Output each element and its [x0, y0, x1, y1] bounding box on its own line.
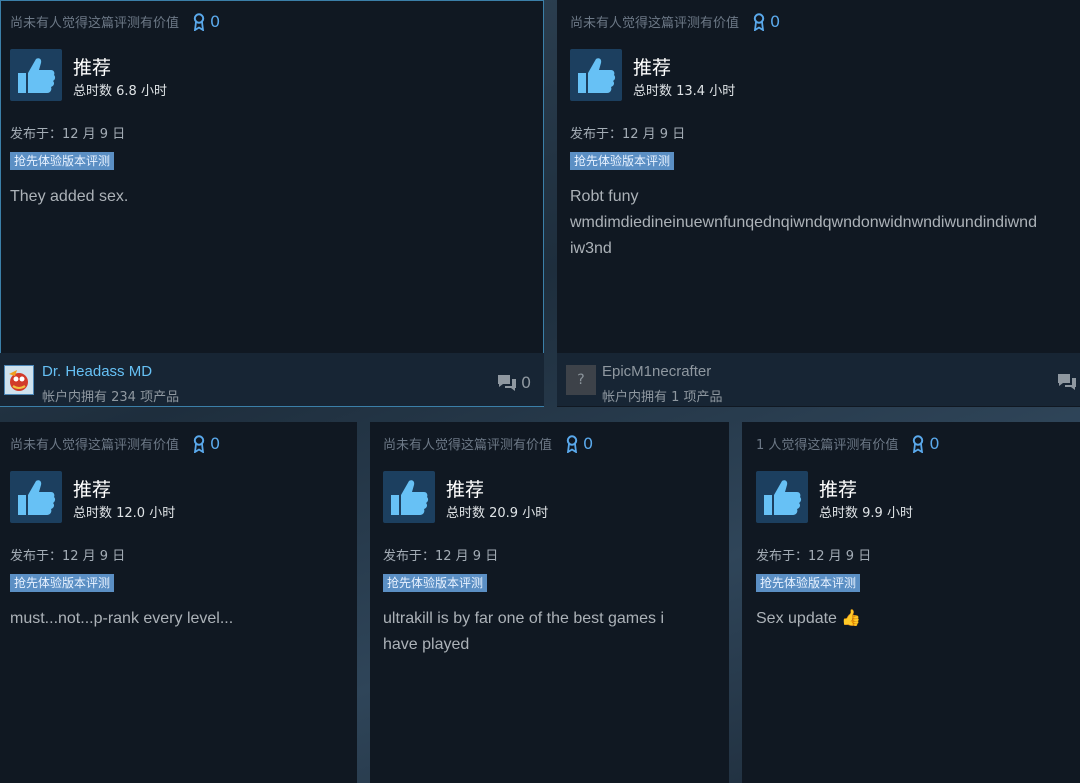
award-ribbon-icon — [753, 12, 765, 31]
award-count: 0 — [929, 434, 940, 453]
award-button[interactable]: 0 — [193, 434, 220, 453]
award-count: 0 — [210, 12, 221, 31]
avatar[interactable] — [4, 365, 34, 395]
posted-date: 发布于：12 月 9 日 — [10, 549, 126, 564]
helpful-text: 尚未有人觉得这篇评测有价值 — [383, 438, 553, 453]
products-owned: 帐户内拥有 1 项产品 — [602, 390, 723, 405]
posted-date: 发布于：12 月 9 日 — [570, 127, 686, 142]
verdict-title[interactable]: 推荐 — [446, 479, 484, 501]
playtime-hours: 总时数 13.4 小时 — [633, 84, 736, 99]
playtime-hours: 总时数 20.9 小时 — [446, 506, 549, 521]
recommended-thumb[interactable] — [10, 471, 62, 523]
speech-bubble-icon — [1058, 374, 1076, 390]
posted-date: 发布于：12 月 9 日 — [383, 549, 499, 564]
playtime-hours: 总时数 9.9 小时 — [819, 506, 913, 521]
review-body[interactable]: must...not...p-rank every level... — [10, 606, 233, 632]
award-count: 0 — [583, 434, 594, 453]
verdict-title[interactable]: 推荐 — [633, 57, 671, 79]
early-access-tag: 抢先体验版本评测 — [756, 574, 861, 592]
review-body[interactable]: They added sex. — [10, 184, 128, 210]
thumbs-up-icon — [578, 58, 616, 93]
thumbs-up-icon — [391, 480, 429, 515]
award-ribbon-icon — [566, 434, 578, 453]
award-count: 0 — [770, 12, 781, 31]
author-bar: ? EpicM1necrafter 帐户内拥有 1 项产品 — [557, 353, 1080, 406]
early-access-tag: 抢先体验版本评测 — [10, 574, 115, 592]
comments-button[interactable] — [1057, 373, 1080, 391]
posted-date: 发布于：12 月 9 日 — [10, 127, 126, 142]
posted-date: 发布于：12 月 9 日 — [756, 549, 872, 564]
award-ribbon-icon — [193, 12, 205, 31]
author-name-link[interactable]: Dr. Headass MD — [42, 363, 152, 380]
verdict-title[interactable]: 推荐 — [73, 479, 111, 501]
recommended-thumb[interactable] — [570, 49, 622, 101]
recommended-thumb[interactable] — [10, 49, 62, 101]
award-button[interactable]: 0 — [566, 434, 593, 453]
verdict-title[interactable]: 推荐 — [819, 479, 857, 501]
review-card[interactable]: 1 人觉得这篇评测有价值 0 推荐 总时数 9.9 小时 发布于：12 月 9 … — [742, 422, 1080, 783]
early-access-tag: 抢先体验版本评测 — [570, 152, 675, 170]
helpful-row: 尚未有人觉得这篇评测有价值 0 — [10, 434, 220, 453]
review-body[interactable]: ultrakill is by far one of the best game… — [383, 606, 664, 658]
review-card[interactable]: 尚未有人觉得这篇评测有价值 0 推荐 总时数 6.8 小时 发布于：12 月 9… — [0, 0, 544, 407]
helpful-text: 1 人觉得这篇评测有价值 — [756, 438, 899, 453]
author-bar: Dr. Headass MD 帐户内拥有 234 项产品 0 — [0, 353, 544, 406]
early-access-tag: 抢先体验版本评测 — [383, 574, 488, 592]
award-count: 0 — [210, 434, 221, 453]
review-card[interactable]: 尚未有人觉得这篇评测有价值 0 推荐 总时数 13.4 小时 发布于：12 月 … — [557, 0, 1080, 407]
helpful-row: 尚未有人觉得这篇评测有价值 0 — [383, 434, 593, 453]
award-ribbon-icon — [193, 434, 205, 453]
playtime-hours: 总时数 6.8 小时 — [73, 84, 167, 99]
review-card[interactable]: 尚未有人觉得这篇评测有价值 0 推荐 总时数 12.0 小时 发布于：12 月 … — [0, 422, 357, 783]
avatar[interactable]: ? — [566, 365, 596, 395]
thumbs-up-icon — [764, 480, 802, 515]
award-button[interactable]: 0 — [193, 12, 220, 31]
author-name-link[interactable]: EpicM1necrafter — [602, 363, 711, 380]
playtime-hours: 总时数 12.0 小时 — [73, 506, 176, 521]
helpful-text: 尚未有人觉得这篇评测有价值 — [570, 16, 740, 31]
thumbs-up-icon — [18, 58, 56, 93]
avatar-image — [5, 366, 33, 394]
thumbs-up-icon — [18, 480, 56, 515]
products-owned: 帐户内拥有 234 项产品 — [42, 390, 180, 405]
review-body[interactable]: Sex update 👍 — [756, 606, 861, 632]
award-ribbon-icon — [913, 434, 924, 453]
recommended-thumb[interactable] — [383, 471, 435, 523]
helpful-text: 尚未有人觉得这篇评测有价值 — [10, 438, 180, 453]
early-access-tag: 抢先体验版本评测 — [10, 152, 115, 170]
review-card[interactable]: 尚未有人觉得这篇评测有价值 0 推荐 总时数 20.9 小时 发布于：12 月 … — [370, 422, 729, 783]
review-body[interactable]: Robt funy wmdimdiedineinuewnfunqednqiwnd… — [570, 184, 1037, 262]
helpful-text: 尚未有人觉得这篇评测有价值 — [10, 16, 180, 31]
award-button[interactable]: 0 — [912, 434, 940, 453]
helpful-row: 尚未有人觉得这篇评测有价值 0 — [10, 12, 220, 31]
comment-count: 0 — [521, 373, 532, 392]
helpful-row: 尚未有人觉得这篇评测有价值 0 — [570, 12, 780, 31]
comments-button[interactable]: 0 — [497, 373, 531, 392]
helpful-row: 1 人觉得这篇评测有价值 0 — [756, 434, 940, 453]
award-button[interactable]: 0 — [753, 12, 780, 31]
verdict-title[interactable]: 推荐 — [73, 57, 111, 79]
recommended-thumb[interactable] — [756, 471, 808, 523]
speech-bubble-icon — [498, 374, 516, 391]
